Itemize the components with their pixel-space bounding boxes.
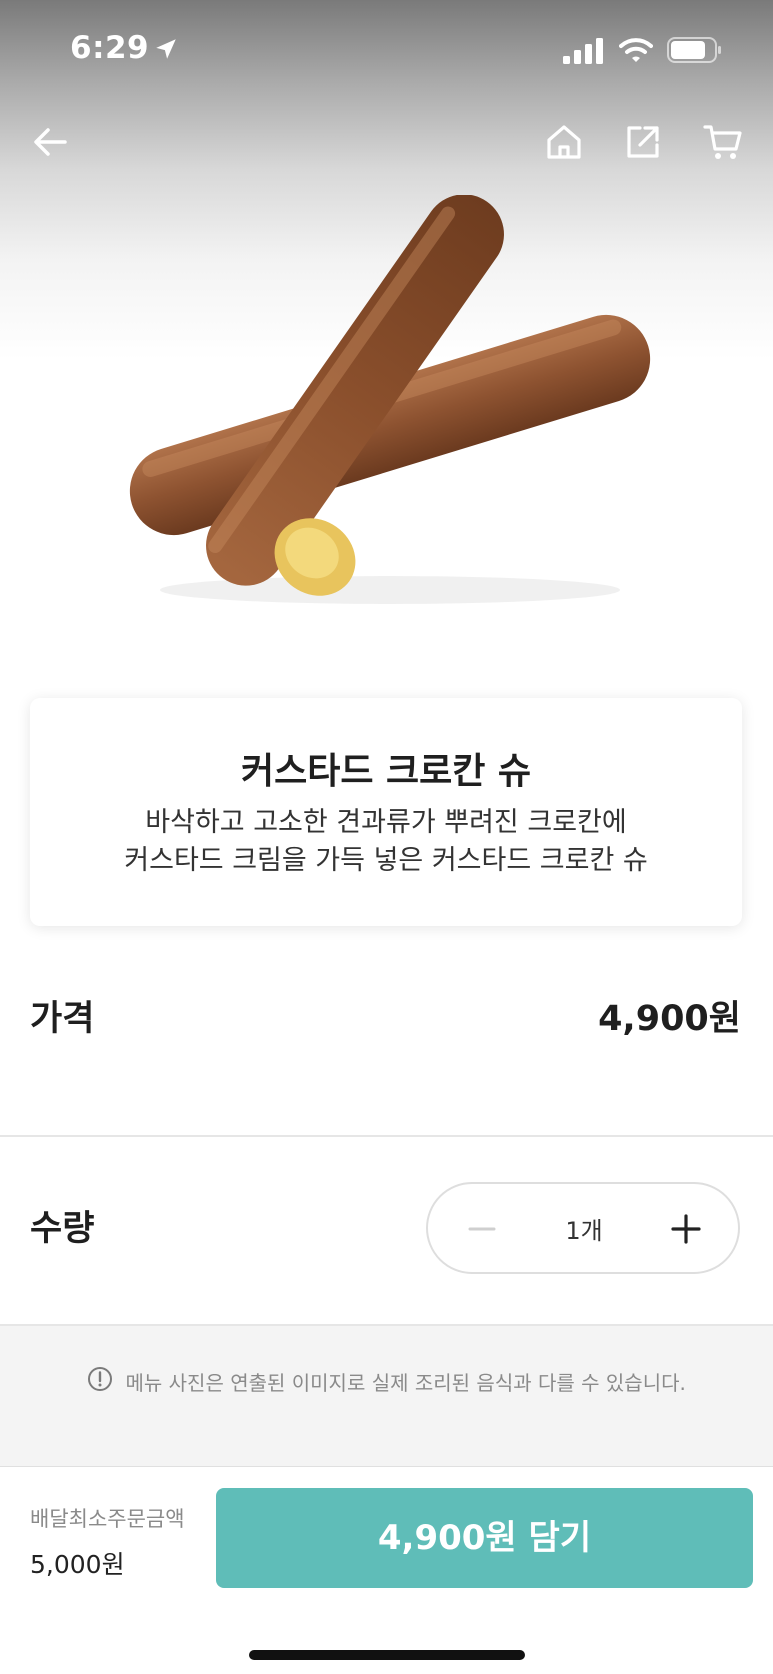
- cellular-signal-icon: [563, 38, 605, 68]
- plus-icon: [671, 1214, 701, 1244]
- min-order-value: 5,000원: [30, 1550, 125, 1579]
- decrease-quantity-button[interactable]: [460, 1207, 504, 1251]
- min-order-label: 배달최소주문금액: [30, 1507, 185, 1531]
- quantity-row: 수량 1개: [0, 1182, 773, 1282]
- quantity-stepper: 1개: [426, 1182, 740, 1274]
- image-notice: 메뉴 사진은 연출된 이미지로 실제 조리된 음식과 다를 수 있습니다.: [0, 1366, 773, 1397]
- wifi-icon: [619, 36, 653, 68]
- home-icon: [547, 125, 581, 159]
- status-time: 6:29: [70, 30, 150, 66]
- info-circle-icon: [87, 1366, 113, 1397]
- status-bar: 6:29: [0, 0, 773, 100]
- description-line-2: 커스타드 크림을 가득 넣은 커스타드 크로칸 슈: [124, 845, 648, 876]
- home-button[interactable]: [538, 116, 590, 168]
- product-info-card: 커스타드 크로칸 슈 바삭하고 고소한 견과류가 뿌려진 크로칸에 커스타드 크…: [30, 698, 742, 926]
- bottom-order-bar: 배달최소주문금액 5,000원 4,900원 담기: [0, 1466, 773, 1674]
- back-button[interactable]: [24, 116, 76, 168]
- cart-button[interactable]: [697, 116, 749, 168]
- location-arrow-icon: [153, 36, 179, 66]
- product-hero: 6:29: [0, 0, 773, 660]
- notice-text: 메뉴 사진은 연출된 이미지로 실제 조리된 음식과 다를 수 있습니다.: [125, 1371, 686, 1395]
- notice-area: 메뉴 사진은 연출된 이미지로 실제 조리된 음식과 다를 수 있습니다.: [0, 1324, 773, 1468]
- back-arrow-icon: [34, 128, 67, 156]
- share-icon: [627, 126, 659, 158]
- price-label: 가격: [30, 999, 95, 1039]
- product-description: 바삭하고 고소한 견과류가 뿌려진 크로칸에 커스타드 크림을 가득 넣은 커스…: [50, 804, 722, 880]
- quantity-label: 수량: [30, 1209, 95, 1249]
- description-line-1: 바삭하고 고소한 견과류가 뿌려진 크로칸에: [145, 807, 627, 838]
- price-row: 가격 4,900원: [0, 990, 773, 1080]
- minus-icon: [468, 1227, 496, 1231]
- price-value: 4,900원: [598, 999, 741, 1039]
- add-to-cart-button[interactable]: 4,900원 담기: [216, 1488, 753, 1588]
- product-title: 커스타드 크로칸 슈: [240, 751, 532, 792]
- home-indicator: [249, 1650, 525, 1660]
- quantity-value: 1개: [565, 1217, 603, 1245]
- cart-icon: [703, 125, 742, 159]
- increase-quantity-button[interactable]: [664, 1207, 708, 1251]
- product-image: [100, 194, 680, 629]
- battery-icon: [667, 37, 723, 67]
- divider: [0, 1135, 773, 1137]
- share-button[interactable]: [617, 116, 669, 168]
